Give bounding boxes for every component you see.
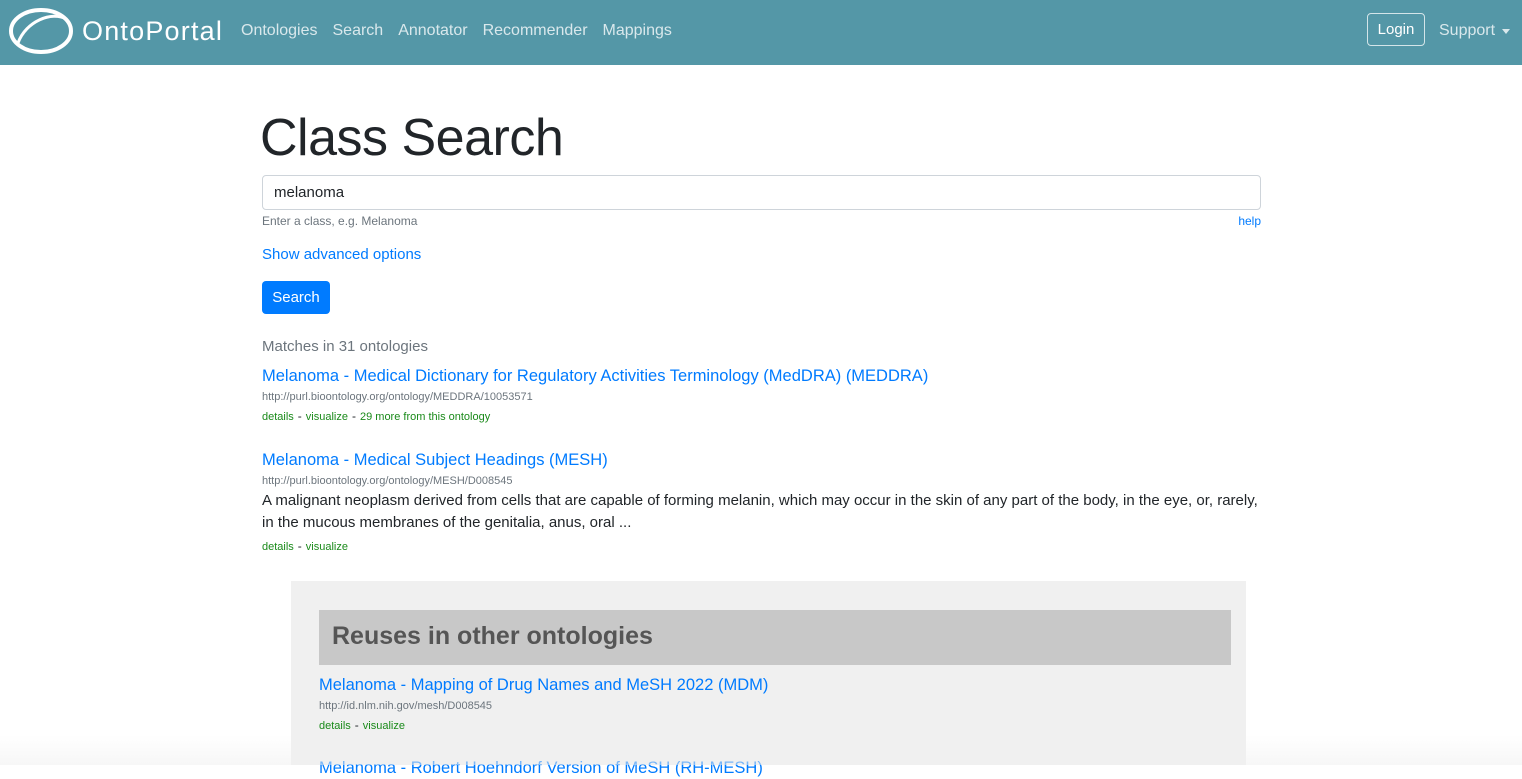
- help-link[interactable]: help: [1238, 214, 1261, 228]
- result-url: http://purl.bioontology.org/ontology/MED…: [262, 391, 533, 403]
- nav-links: Ontologies Search Annotator Recommender …: [241, 20, 687, 42]
- result-item: Melanoma - Medical Subject Headings (MES…: [262, 449, 1261, 554]
- reuses-panel: Reuses in other ontologies Melanoma - Ma…: [291, 581, 1246, 777]
- brand-link[interactable]: OntoPortal: [8, 6, 223, 56]
- ontoportal-logo-icon: [9, 8, 73, 54]
- result-actions: details - visualize: [262, 539, 1261, 554]
- result-url: http://purl.bioontology.org/ontology/MES…: [262, 475, 513, 487]
- visualize-link[interactable]: visualize: [363, 720, 405, 732]
- details-link[interactable]: details: [262, 541, 294, 553]
- chevron-down-icon: [1502, 28, 1511, 34]
- search-hint: Enter a class, e.g. Melanoma: [262, 214, 418, 228]
- separator: -: [297, 539, 302, 553]
- search-input[interactable]: [262, 175, 1261, 210]
- login-button[interactable]: Login: [1367, 13, 1425, 46]
- result-title-link[interactable]: Melanoma - Robert Hoehndorf Version of M…: [319, 757, 1231, 779]
- more-from-ontology-link[interactable]: 29 more from this ontology: [360, 411, 490, 423]
- visualize-link[interactable]: visualize: [306, 411, 348, 423]
- separator: -: [297, 409, 302, 423]
- reuse-result-item: Melanoma - Robert Hoehndorf Version of M…: [319, 757, 1231, 779]
- matches-count: Matches in 31 ontologies: [262, 338, 428, 355]
- show-advanced-options-link[interactable]: Show advanced options: [262, 246, 421, 263]
- separator: -: [351, 409, 356, 423]
- reuse-result-item: Melanoma - Mapping of Drug Names and MeS…: [319, 674, 1231, 733]
- result-title-link[interactable]: Melanoma - Medical Dictionary for Regula…: [262, 365, 1261, 387]
- search-button[interactable]: Search: [262, 281, 330, 314]
- reuses-header: Reuses in other ontologies: [319, 610, 1231, 665]
- support-label: Support: [1439, 22, 1496, 39]
- nav-link-search[interactable]: Search: [333, 20, 384, 42]
- reuses-header-title: Reuses in other ontologies: [332, 622, 653, 650]
- separator: -: [354, 718, 359, 732]
- top-navbar: OntoPortal Ontologies Search Annotator R…: [0, 0, 1522, 65]
- result-title-link[interactable]: Melanoma - Medical Subject Headings (MES…: [262, 449, 1261, 471]
- visualize-link[interactable]: visualize: [306, 541, 348, 553]
- nav-link-mappings[interactable]: Mappings: [603, 20, 672, 42]
- support-dropdown[interactable]: Support: [1439, 20, 1511, 42]
- result-actions: details - visualize -29 more from this onto…: [262, 409, 1261, 424]
- result-item: Melanoma - Medical Dictionary for Regula…: [262, 365, 1261, 424]
- result-actions: details - visualize: [319, 718, 1231, 733]
- result-description: A malignant neoplasm derived from cells …: [262, 492, 1258, 531]
- page-title: Class Search: [260, 109, 564, 167]
- result-url: http://id.nlm.nih.gov/mesh/D008545: [319, 700, 493, 712]
- details-link[interactable]: details: [319, 720, 351, 732]
- nav-link-recommender[interactable]: Recommender: [483, 20, 588, 42]
- nav-link-ontologies[interactable]: Ontologies: [241, 20, 318, 42]
- details-link[interactable]: details: [262, 411, 294, 423]
- nav-link-annotator[interactable]: Annotator: [398, 20, 467, 42]
- brand-name: OntoPortal: [82, 15, 224, 46]
- result-title-link[interactable]: Melanoma - Mapping of Drug Names and MeS…: [319, 674, 1231, 696]
